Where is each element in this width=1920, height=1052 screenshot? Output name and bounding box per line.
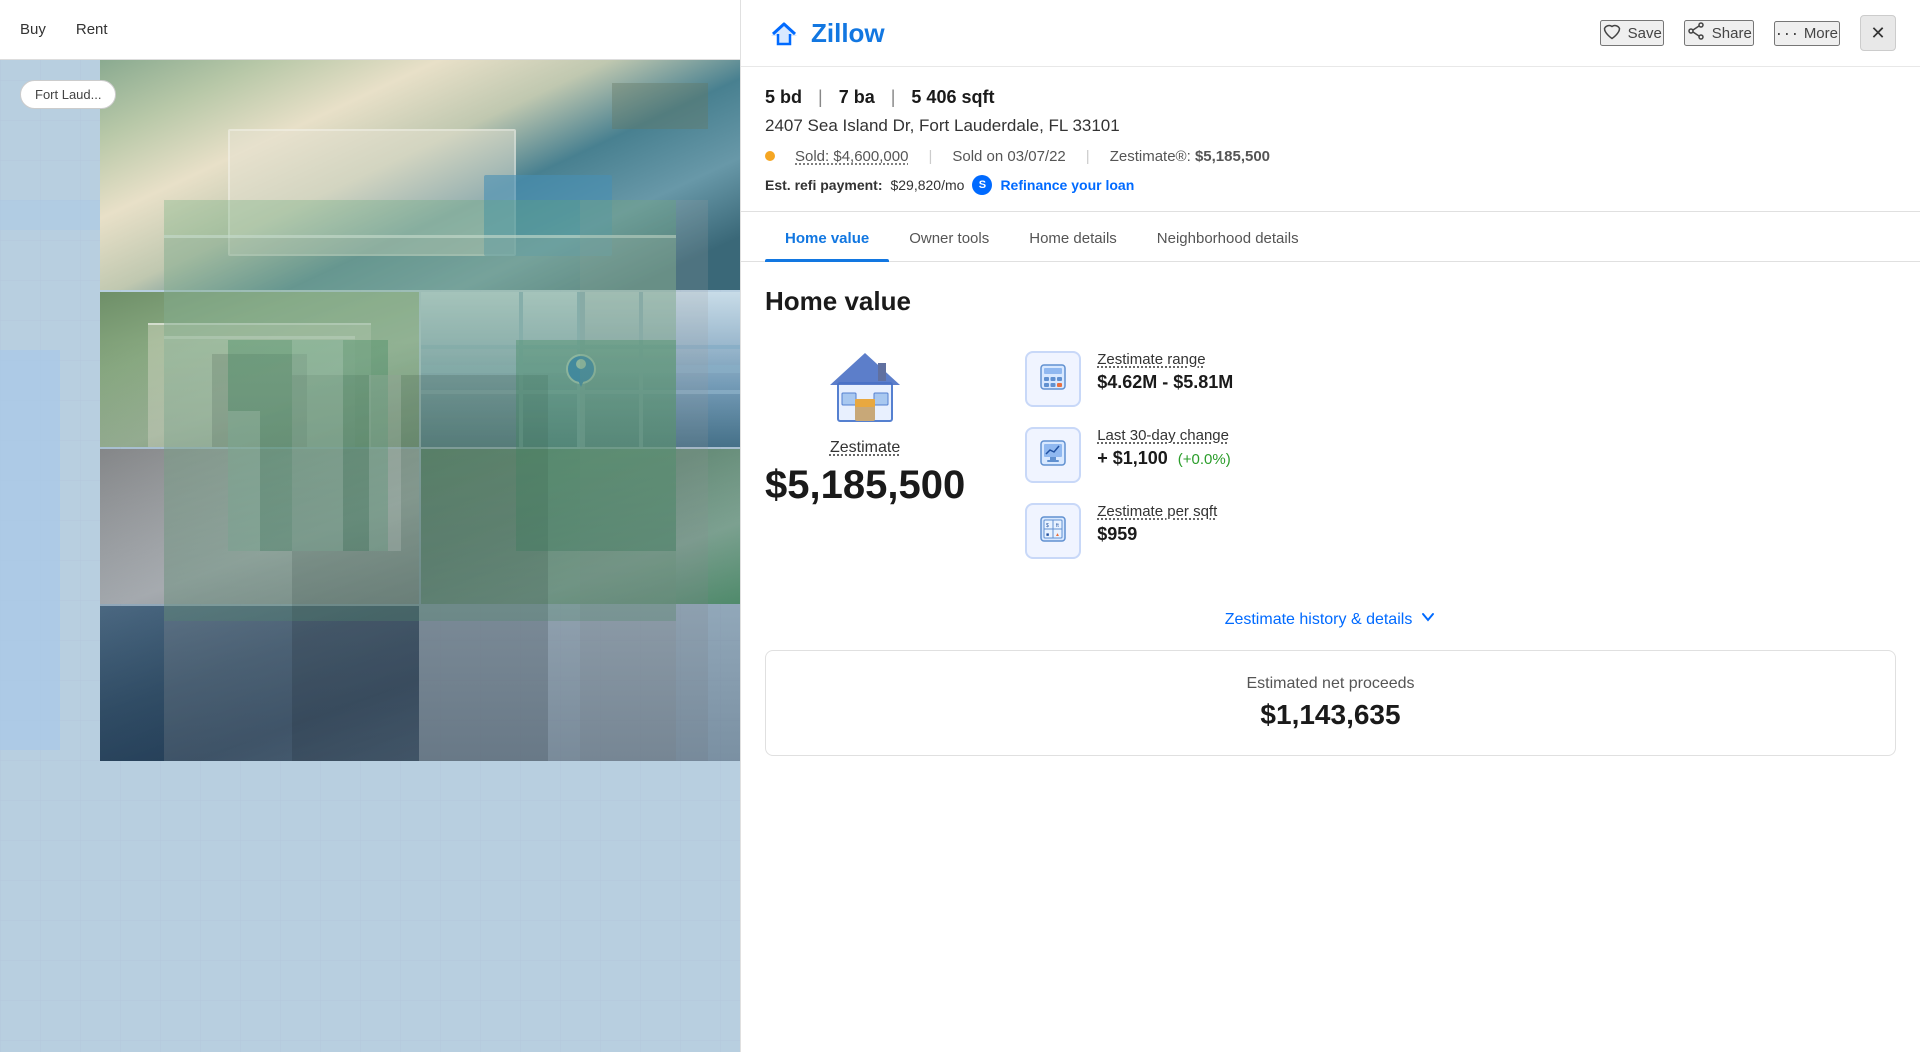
sold-dot-icon bbox=[765, 148, 779, 165]
range-icon-box bbox=[1025, 351, 1081, 407]
range-value: $4.62M - $5.81M bbox=[1097, 372, 1233, 393]
photos-grid bbox=[100, 292, 740, 761]
price-row: Sold: $4,600,000 | Sold on 03/07/22 | Ze… bbox=[765, 148, 1896, 165]
per-sqft-icon-box: $ ft ■ ▲ bbox=[1025, 503, 1081, 559]
sold-price: Sold: $4,600,000 bbox=[795, 148, 908, 165]
share-button[interactable]: Share bbox=[1684, 20, 1754, 46]
change-icon-box bbox=[1025, 427, 1081, 483]
zestimate-sub-label: Zestimate bbox=[830, 439, 900, 457]
save-button[interactable]: Save bbox=[1600, 20, 1664, 46]
change-pct: (+0.0%) bbox=[1178, 451, 1231, 468]
tab-home-details[interactable]: Home details bbox=[1009, 216, 1137, 261]
change-label: Last 30-day change bbox=[1097, 427, 1231, 444]
per-sqft-detail: $ ft ■ ▲ Zestimate per sqft $959 bbox=[1025, 503, 1233, 559]
photos-container bbox=[100, 60, 740, 761]
tab-neighborhood-details[interactable]: Neighborhood details bbox=[1137, 216, 1319, 261]
refi-amount: $29,820/mo bbox=[890, 177, 964, 193]
zillow-text: Zillow bbox=[811, 18, 885, 49]
range-detail: Zestimate range $4.62M - $5.81M bbox=[1025, 351, 1233, 407]
svg-text:$: $ bbox=[1046, 523, 1049, 529]
more-button[interactable]: ··· More bbox=[1774, 21, 1840, 46]
sold-date: Sold on 03/07/22 bbox=[952, 148, 1065, 165]
range-text: Zestimate range $4.62M - $5.81M bbox=[1097, 351, 1233, 393]
sqft-stat: 5 406 sqft bbox=[911, 87, 994, 108]
save-label: Save bbox=[1628, 25, 1662, 42]
share-label: Share bbox=[1712, 25, 1752, 42]
calculator-icon bbox=[1037, 361, 1069, 398]
sep-1: | bbox=[818, 87, 823, 108]
zillow-logo-icon bbox=[765, 14, 803, 52]
per-sqft-text: Zestimate per sqft $959 bbox=[1097, 503, 1217, 545]
more-label: More bbox=[1804, 25, 1838, 42]
per-sqft-value: $959 bbox=[1097, 524, 1217, 545]
zestimate-icon-wrap bbox=[820, 341, 910, 431]
change-detail: Last 30-day change + $1,100 (+0.0%) bbox=[1025, 427, 1233, 483]
sqft-icon: $ ft ■ ▲ bbox=[1037, 513, 1069, 550]
per-sqft-label: Zestimate per sqft bbox=[1097, 503, 1217, 520]
property-info: 5 bd | 7 ba | 5 406 sqft 2407 Sea Island… bbox=[741, 67, 1920, 195]
zestimate-section: Zestimate $5,185,500 bbox=[765, 341, 1896, 559]
top-nav: Buy Rent bbox=[0, 0, 740, 60]
svg-text:▲: ▲ bbox=[1055, 532, 1060, 538]
net-proceeds-box: Estimated net proceeds $1,143,635 bbox=[765, 650, 1896, 756]
property-divider bbox=[741, 211, 1920, 212]
sep-2: | bbox=[891, 87, 896, 108]
history-link-text: Zestimate history & details bbox=[1225, 611, 1413, 629]
refi-icon-wrap: S bbox=[972, 175, 992, 195]
close-button[interactable]: ✕ bbox=[1860, 15, 1896, 51]
detail-header: Zillow Save bbox=[741, 0, 1920, 67]
baths-stat: 7 ba bbox=[839, 87, 875, 108]
photo-cell-5[interactable] bbox=[100, 606, 419, 761]
property-stats: 5 bd | 7 ba | 5 406 sqft bbox=[765, 87, 1896, 108]
net-proceeds-label: Estimated net proceeds bbox=[790, 675, 1871, 693]
zestimate-details: Zestimate range $4.62M - $5.81M bbox=[1025, 341, 1233, 559]
property-address: 2407 Sea Island Dr, Fort Lauderdale, FL … bbox=[765, 116, 1896, 136]
history-link[interactable]: Zestimate history & details bbox=[765, 589, 1896, 650]
share-icon bbox=[1686, 22, 1706, 44]
net-proceeds-value: $1,143,635 bbox=[790, 699, 1871, 731]
close-icon: ✕ bbox=[1870, 23, 1885, 44]
beds-stat: 5 bd bbox=[765, 87, 802, 108]
zestimate-inline-label: Zestimate®: bbox=[1110, 148, 1191, 165]
zillow-logo[interactable]: Zillow bbox=[765, 14, 885, 52]
range-label: Zestimate range bbox=[1097, 351, 1233, 368]
header-actions: Save Share ··· More bbox=[1600, 15, 1896, 51]
zestimate-inline-value: $5,185,500 bbox=[1195, 148, 1270, 165]
house-zestimate-icon bbox=[820, 341, 910, 431]
heart-icon bbox=[1602, 22, 1622, 44]
tab-home-value[interactable]: Home value bbox=[765, 216, 889, 261]
chevron-down-icon bbox=[1420, 609, 1436, 630]
chart-icon bbox=[1037, 437, 1069, 474]
svg-text:■: ■ bbox=[1046, 532, 1049, 538]
detail-panel: Zillow Save bbox=[740, 0, 1920, 1052]
zestimate-main: Zestimate $5,185,500 bbox=[765, 341, 965, 508]
nav-rent[interactable]: Rent bbox=[76, 21, 108, 38]
refi-icon: S bbox=[972, 175, 992, 195]
change-amount: + $1,100 (+0.0%) bbox=[1097, 448, 1231, 469]
refi-row: Est. refi payment: $29,820/mo S Refinanc… bbox=[765, 175, 1896, 195]
price-sep-2: | bbox=[1086, 148, 1090, 165]
change-text: Last 30-day change + $1,100 (+0.0%) bbox=[1097, 427, 1231, 469]
tabs-row: Home value Owner tools Home details Neig… bbox=[741, 216, 1920, 262]
home-value-title: Home value bbox=[765, 286, 1896, 317]
refi-label: Est. refi payment: bbox=[765, 177, 882, 193]
location-pill[interactable]: Fort Laud... bbox=[20, 80, 116, 109]
price-sep-1: | bbox=[928, 148, 932, 165]
tab-owner-tools[interactable]: Owner tools bbox=[889, 216, 1009, 261]
zestimate-big-value: $5,185,500 bbox=[765, 463, 965, 508]
zestimate-inline: Zestimate®: $5,185,500 bbox=[1110, 148, 1270, 165]
nav-buy[interactable]: Buy bbox=[20, 21, 46, 38]
more-dots-icon: ··· bbox=[1776, 23, 1800, 44]
home-value-content: Home value bbox=[741, 262, 1920, 650]
refi-link[interactable]: Refinance your loan bbox=[1000, 177, 1134, 193]
